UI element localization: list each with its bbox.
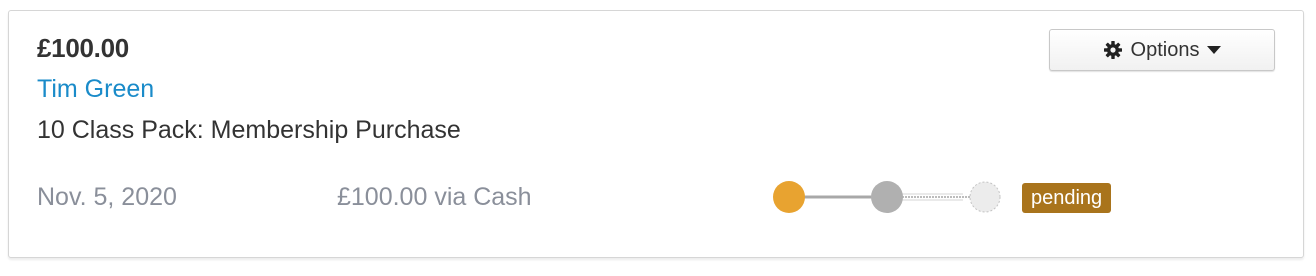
progress-step-current [871,181,903,213]
status-progress-tracker [773,181,1001,213]
payment-summary: £100.00 via Cash [337,183,532,211]
transaction-card: £100.00 Tim Green 10 Class Pack: Members… [8,10,1304,258]
customer-name-link[interactable]: Tim Green [37,75,154,104]
options-label: Options [1130,38,1200,61]
progress-step-completed [773,181,805,213]
progress-step-upcoming [969,181,1001,213]
status-badge: pending [1022,183,1112,213]
transaction-description: 10 Class Pack: Membership Purchase [37,116,461,144]
options-dropdown-button[interactable]: Options [1049,29,1275,71]
gear-icon [1103,40,1123,60]
transaction-amount: £100.00 [37,33,129,63]
caret-down-icon [1207,45,1222,55]
transaction-date: Nov. 5, 2020 [37,183,177,211]
